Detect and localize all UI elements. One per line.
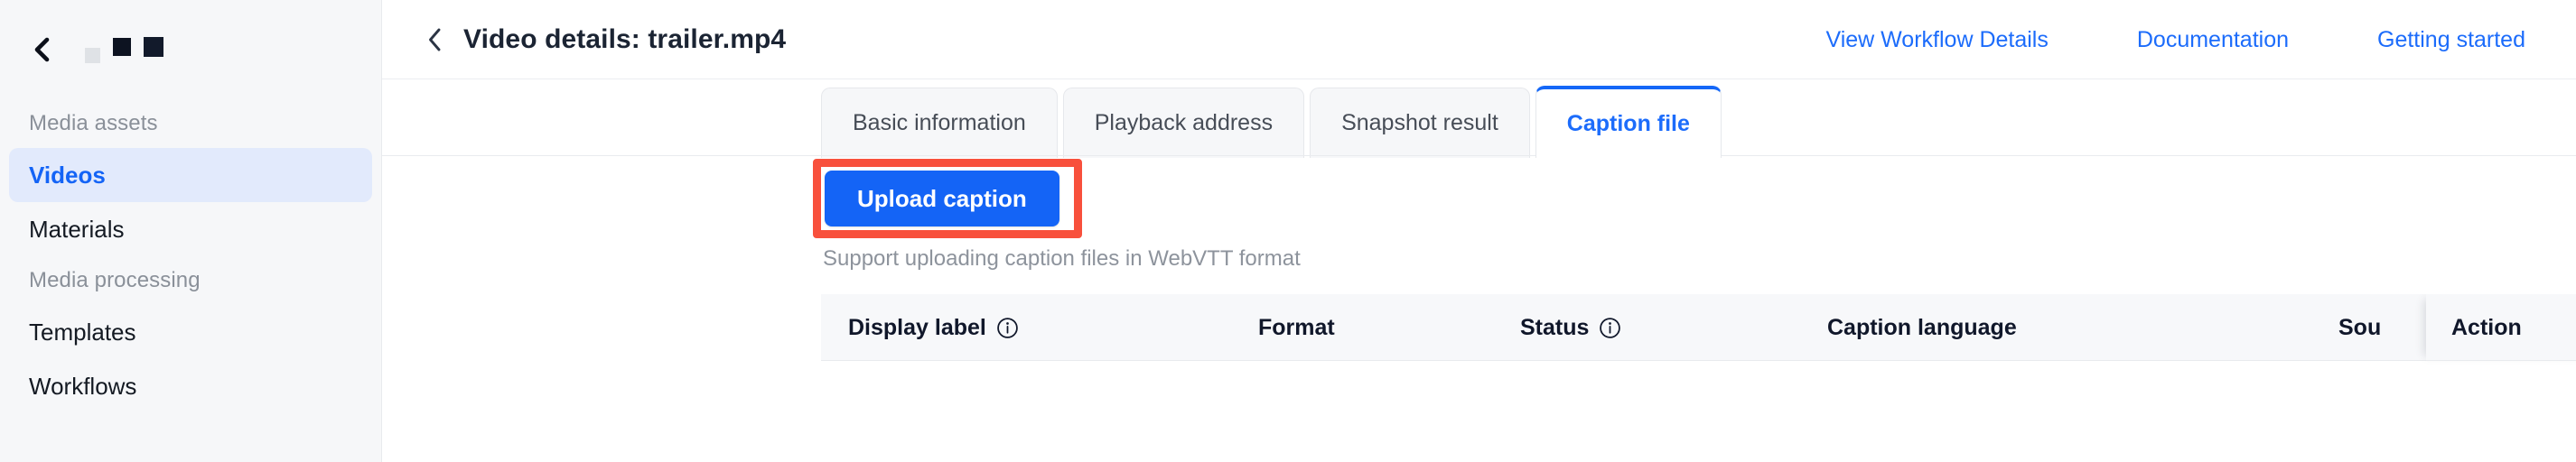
table-header-row: Display label Format Status Caption lang… (821, 294, 2576, 361)
link-getting-started[interactable]: Getting started (2377, 26, 2525, 53)
column-header-caption-language[interactable]: Caption language (1827, 314, 2338, 341)
tab-label: Basic information (853, 110, 1026, 135)
sidebar-nav: Media assets Videos Materials Media proc… (0, 99, 381, 413)
sidebar-group-media-processing: Media processing (29, 268, 201, 292)
caption-file-panel: Upload caption Support uploading caption… (813, 157, 2576, 437)
sidebar-collapse-icon[interactable] (29, 36, 56, 63)
tab-label: Caption file (1566, 110, 1690, 136)
tab-caption-file[interactable]: Caption file (1535, 86, 1722, 158)
link-view-workflow-details[interactable]: View Workflow Details (1825, 26, 2048, 53)
tabs-underline (382, 155, 2576, 156)
column-header-label: Format (1258, 314, 1335, 340)
column-header-label: Caption language (1827, 314, 2017, 340)
info-icon[interactable] (1599, 317, 1621, 339)
back-icon[interactable] (422, 26, 449, 53)
tab-bar: Basic information Playback address Snaps… (821, 79, 1722, 158)
sidebar-item-label: Templates (29, 319, 136, 346)
tab-playback-address[interactable]: Playback address (1062, 88, 1305, 158)
info-icon[interactable] (996, 317, 1019, 339)
sidebar-item-videos[interactable]: Videos (9, 148, 372, 202)
column-header-action-sticky: Action (2426, 294, 2576, 361)
upload-caption-button[interactable]: Upload caption (825, 171, 1059, 226)
sidebar-item-label: Materials (29, 216, 125, 243)
brand-logo (85, 37, 163, 63)
caption-file-table: Display label Format Status Caption lang… (821, 294, 2576, 437)
tab-label: Snapshot result (1341, 110, 1498, 135)
logo-square-3 (144, 37, 163, 57)
support-text: Support uploading caption files in WebVT… (823, 246, 1301, 271)
main-content: Video details: trailer.mp4 View Workflow… (382, 0, 2576, 462)
page-header: Video details: trailer.mp4 View Workflow… (382, 0, 2576, 79)
page-title: Video details: trailer.mp4 (463, 24, 787, 54)
link-documentation[interactable]: Documentation (2137, 26, 2289, 53)
tab-snapshot-result[interactable]: Snapshot result (1310, 88, 1530, 158)
tab-label: Playback address (1094, 110, 1274, 135)
app-root: Media assets Videos Materials Media proc… (0, 0, 2576, 462)
sidebar-item-label: Workflows (29, 373, 137, 400)
column-header-label: Status (1520, 314, 1590, 340)
tab-basic-information[interactable]: Basic information (821, 88, 1058, 158)
column-header-label: Action (2451, 314, 2522, 340)
upload-caption-row: Upload caption (813, 157, 2576, 240)
column-header-label: Display label (848, 314, 986, 340)
column-header-format[interactable]: Format (1258, 314, 1520, 341)
logo-square-2 (113, 38, 131, 56)
logo-square-1 (85, 47, 100, 63)
column-header-display-label[interactable]: Display label (821, 314, 1258, 341)
column-header-label: Sou (2338, 314, 2382, 340)
sidebar-header (0, 0, 381, 99)
sidebar: Media assets Videos Materials Media proc… (0, 0, 382, 462)
header-links: View Workflow Details Documentation Gett… (1825, 26, 2534, 53)
sidebar-item-label: Videos (29, 162, 106, 189)
column-header-action[interactable]: Action (2451, 314, 2522, 341)
sidebar-item-materials[interactable]: Materials (9, 202, 372, 256)
sidebar-item-templates[interactable]: Templates (9, 305, 372, 359)
table-body (821, 361, 2576, 437)
column-header-status[interactable]: Status (1520, 314, 1827, 341)
sidebar-item-workflows[interactable]: Workflows (9, 359, 372, 413)
sidebar-group-media-assets: Media assets (29, 111, 158, 135)
